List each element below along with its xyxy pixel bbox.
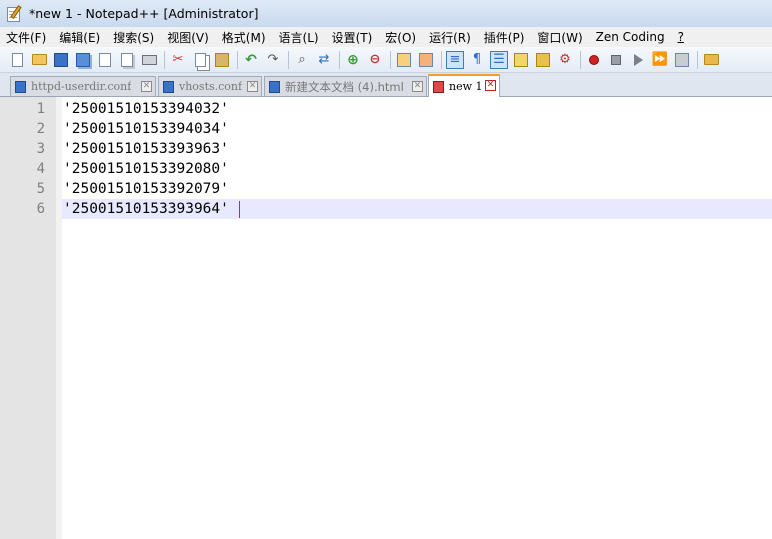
undo-icon[interactable]: ↶ (242, 51, 260, 69)
line-number: 4 (36, 161, 45, 177)
line-number: 3 (36, 141, 45, 157)
paste-icon[interactable] (213, 51, 231, 69)
tab-label: vhosts.conf (179, 80, 243, 93)
menu-plugins[interactable]: 插件(P) (484, 29, 525, 46)
editor-line[interactable]: 3 '25001510153393963' (0, 139, 772, 159)
tab-new-text-document[interactable]: 新建文本文档 (4).html ✕ (264, 76, 427, 96)
tab-label: httpd-userdir.conf (31, 80, 132, 93)
sync-h-icon[interactable] (417, 51, 435, 69)
show-all-chars-icon[interactable]: ¶ (468, 51, 486, 69)
toolbar: ✂ ↶ ↷ ⌕ ⇄ ⊕ ⊖ ≡ ¶ ☰ ⚙ ⏩ (0, 47, 772, 73)
toolbar-separator (441, 50, 442, 69)
tab-close-icon[interactable]: ✕ (247, 81, 258, 92)
menu-window[interactable]: 窗口(W) (537, 29, 582, 46)
replace-icon[interactable]: ⇄ (315, 51, 333, 69)
editor-area[interactable]: 1 '25001510153394032' 2 '250015101533940… (0, 97, 772, 539)
tab-close-icon[interactable]: ✕ (141, 81, 152, 92)
tab-bar: httpd-userdir.conf ✕ vhosts.conf ✕ 新建文本文… (0, 73, 772, 97)
menu-settings[interactable]: 设置(T) (332, 29, 373, 46)
user-lang-icon[interactable] (512, 51, 530, 69)
toolbar-separator (697, 50, 698, 69)
word-wrap-icon[interactable]: ≡ (446, 50, 464, 69)
line-number: 6 (36, 201, 45, 217)
tab-httpd-userdir[interactable]: httpd-userdir.conf ✕ (10, 76, 156, 96)
tab-close-icon[interactable]: ✕ (412, 81, 423, 92)
stop-macro-icon[interactable] (607, 51, 625, 69)
menu-edit[interactable]: 编辑(E) (59, 29, 100, 46)
tab-vhosts[interactable]: vhosts.conf ✕ (158, 76, 262, 96)
line-number: 2 (36, 121, 45, 137)
menu-format[interactable]: 格式(M) (222, 29, 266, 46)
saved-file-icon (269, 80, 280, 93)
zoom-out-icon[interactable]: ⊖ (366, 51, 384, 69)
toolbar-separator (580, 50, 581, 69)
toolbar-separator (237, 50, 238, 69)
line-text[interactable]: '25001510153393963' (62, 139, 772, 159)
line-text[interactable]: '25001510153392080' (62, 159, 772, 179)
print-icon[interactable] (140, 51, 158, 69)
menu-run[interactable]: 运行(R) (429, 29, 471, 46)
save-all-icon[interactable] (74, 51, 92, 69)
run-macro-multiple-icon[interactable]: ⏩ (651, 51, 669, 69)
line-number: 5 (36, 181, 45, 197)
redo-icon[interactable]: ↷ (264, 51, 282, 69)
editor-line-current[interactable]: 6 '25001510153393964' (0, 199, 772, 219)
editor-line[interactable]: 5 '25001510153392079' (0, 179, 772, 199)
menu-zen-coding[interactable]: Zen Coding (596, 30, 665, 44)
saved-file-icon (15, 80, 26, 93)
play-macro-icon[interactable] (629, 51, 647, 69)
line-text[interactable]: '25001510153392079' (62, 179, 772, 199)
menu-view[interactable]: 视图(V) (167, 29, 209, 46)
menu-bar: 文件(F) 编辑(E) 搜索(S) 视图(V) 格式(M) 语言(L) 设置(T… (0, 27, 772, 47)
unsaved-file-icon (433, 80, 444, 93)
editor-line[interactable]: 1 '25001510153394032' (0, 99, 772, 119)
editor-line[interactable]: 2 '25001510153394034' (0, 119, 772, 139)
saved-file-icon (163, 80, 174, 93)
window-title: *new 1 - Notepad++ [Administrator] (29, 6, 259, 21)
editor-line[interactable]: 4 '25001510153392080' (0, 159, 772, 179)
tab-new-1[interactable]: new 1 ✕ (428, 74, 500, 97)
text-caret (238, 200, 240, 218)
zoom-in-icon[interactable]: ⊕ (344, 51, 362, 69)
menu-help[interactable]: ? (678, 30, 684, 44)
folder-as-workspace-icon[interactable] (702, 51, 720, 69)
line-number: 1 (36, 101, 45, 117)
close-all-icon[interactable] (118, 51, 136, 69)
notepad-plus-plus-icon (6, 4, 24, 23)
line-text-current[interactable]: '25001510153393964' (62, 199, 772, 219)
function-list-icon[interactable]: ⚙ (556, 51, 574, 69)
close-icon[interactable] (96, 51, 114, 69)
menu-language[interactable]: 语言(L) (279, 29, 319, 46)
menu-file[interactable]: 文件(F) (6, 29, 46, 46)
title-bar: *new 1 - Notepad++ [Administrator] (0, 0, 772, 27)
tab-close-icon[interactable]: ✕ (485, 80, 496, 91)
toolbar-separator (164, 50, 165, 69)
line-text[interactable]: '25001510153394034' (62, 119, 772, 139)
toolbar-separator (339, 50, 340, 69)
toolbar-separator (288, 50, 289, 69)
find-icon[interactable]: ⌕ (293, 51, 311, 69)
toolbar-separator (390, 50, 391, 69)
copy-icon[interactable] (191, 51, 209, 69)
tab-label: 新建文本文档 (4).html (285, 79, 404, 94)
indent-guide-icon[interactable]: ☰ (490, 50, 508, 69)
line-text: '25001510153393964' (63, 201, 229, 217)
tab-label: new 1 (449, 80, 483, 93)
sync-v-icon[interactable] (395, 51, 413, 69)
line-text[interactable]: '25001510153394032' (62, 99, 772, 119)
save-macro-icon[interactable] (673, 51, 691, 69)
doc-map-icon[interactable] (534, 51, 552, 69)
save-icon[interactable] (52, 51, 70, 69)
cut-icon[interactable]: ✂ (169, 51, 187, 69)
menu-macro[interactable]: 宏(O) (385, 29, 416, 46)
record-macro-icon[interactable] (585, 51, 603, 69)
open-folder-icon[interactable] (30, 51, 48, 69)
new-file-icon[interactable] (8, 51, 26, 69)
menu-search[interactable]: 搜索(S) (113, 29, 154, 46)
